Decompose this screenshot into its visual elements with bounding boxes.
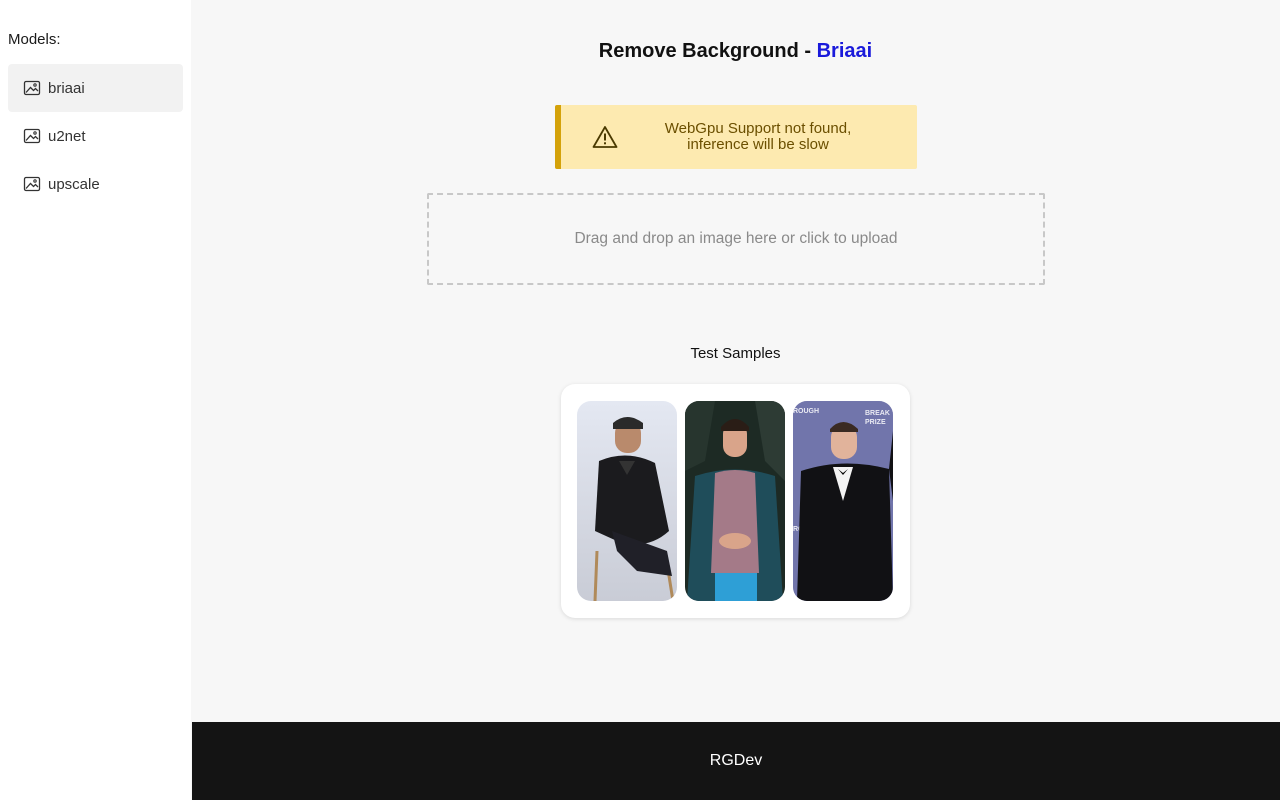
test-samples-card: ROUGH BREAK PRIZE ROUGH bbox=[561, 384, 910, 618]
warning-line-2: inference will be slow bbox=[687, 136, 829, 153]
dropzone-text: Drag and drop an image here or click to … bbox=[574, 230, 898, 247]
sidebar-title: Models: bbox=[8, 31, 61, 48]
page-title: Remove Background - Briaai bbox=[191, 40, 1280, 63]
sample-image-3[interactable]: ROUGH BREAK PRIZE ROUGH bbox=[793, 401, 893, 601]
image-icon bbox=[23, 175, 41, 193]
svg-text:BREAK: BREAK bbox=[865, 410, 890, 417]
svg-text:PRIZE: PRIZE bbox=[865, 419, 886, 426]
warning-icon bbox=[592, 125, 618, 149]
sidebar-item-label: briaai bbox=[48, 79, 85, 97]
sidebar-item-label: upscale bbox=[48, 175, 100, 193]
sidebar-item-briaai[interactable]: briaai bbox=[8, 64, 183, 112]
sidebar: Models: briaai u2net upscale bbox=[0, 0, 191, 800]
footer: RGDev bbox=[192, 722, 1280, 800]
test-samples-title: Test Samples bbox=[690, 345, 781, 362]
sidebar-item-upscale[interactable]: upscale bbox=[8, 160, 183, 208]
svg-text:ROUGH: ROUGH bbox=[793, 408, 819, 415]
sample-image-1[interactable] bbox=[577, 401, 677, 601]
sample-image-2[interactable] bbox=[685, 401, 785, 601]
main-content: Remove Background - Briaai WebGpu Suppor… bbox=[191, 0, 1280, 722]
sidebar-item-label: u2net bbox=[48, 127, 86, 145]
image-icon bbox=[23, 79, 41, 97]
image-icon bbox=[23, 127, 41, 145]
warning-text: WebGpu Support not found, inference will… bbox=[635, 121, 881, 153]
footer-text: RGDev bbox=[709, 752, 763, 769]
sidebar-item-u2net[interactable]: u2net bbox=[8, 112, 183, 160]
image-upload-dropzone[interactable]: Drag and drop an image here or click to … bbox=[427, 193, 1045, 285]
webgpu-warning-banner: WebGpu Support not found, inference will… bbox=[555, 105, 917, 169]
page-title-model: Briaai bbox=[816, 40, 873, 62]
warning-line-1: WebGpu Support not found, bbox=[664, 120, 852, 137]
page-title-prefix: Remove Background - bbox=[598, 40, 817, 62]
app: Models: briaai u2net upscale Remove Back… bbox=[0, 0, 1280, 800]
